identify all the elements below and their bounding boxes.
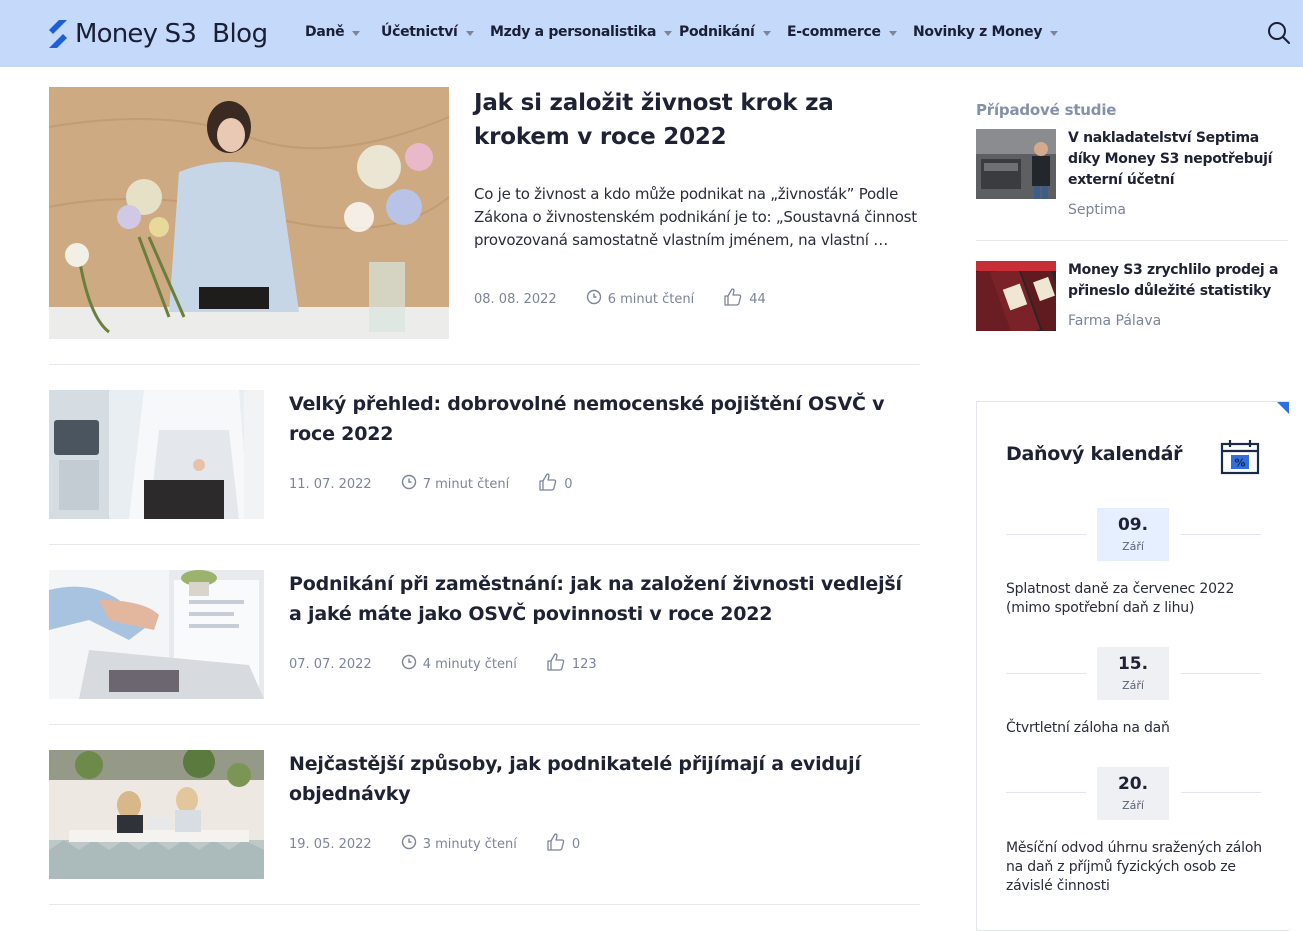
- nav-item-podnikani[interactable]: Podnikání: [679, 21, 771, 43]
- nav-item-dane[interactable]: Daně: [305, 21, 361, 43]
- case-studies-heading: Případové studie: [976, 101, 1117, 119]
- article-image[interactable]: [49, 750, 264, 879]
- case-study-title[interactable]: V nakladatelství Septima díky Money S3 n…: [1068, 128, 1290, 191]
- date-day: 15.: [1117, 654, 1149, 674]
- chevron-down-icon: [465, 30, 474, 36]
- nav-item-label: E-commerce: [787, 24, 881, 40]
- nav-item-label: Účetnictví: [381, 24, 458, 40]
- article-title[interactable]: Podnikání při zaměstnání: jak na založen…: [289, 569, 919, 629]
- svg-text:%: %: [1234, 457, 1245, 470]
- divider: [1181, 792, 1261, 793]
- divider: [49, 904, 920, 905]
- featured-article-title[interactable]: Jak si založit živnost krok za krokem v …: [474, 86, 894, 154]
- date-month: Září: [1122, 799, 1144, 812]
- chevron-down-icon: [888, 30, 897, 36]
- divider: [1006, 673, 1086, 674]
- clock-icon: [401, 654, 417, 674]
- clock-icon: [401, 474, 417, 494]
- article-likes: 123: [571, 656, 597, 672]
- article-date: 08. 08. 2022: [474, 291, 557, 307]
- search-icon: [1268, 22, 1290, 44]
- chevron-down-icon: [352, 30, 361, 36]
- date-badge[interactable]: 20. Září: [1097, 767, 1169, 820]
- tax-calendar-widget: Daňový kalendář % 09. Září Splatnost dan…: [976, 401, 1289, 931]
- case-study-title[interactable]: Money S3 zrychlilo prodej a přineslo důl…: [1068, 260, 1290, 302]
- date-day: 20.: [1117, 774, 1149, 794]
- article-image[interactable]: [49, 390, 264, 519]
- article-image[interactable]: [49, 570, 264, 699]
- article-read-time: 6 minut čtení: [607, 291, 695, 307]
- tax-date-description: Čtvrtletní záloha na daň: [1006, 720, 1170, 736]
- clock-icon: [586, 289, 602, 309]
- chevron-down-icon: [1050, 30, 1059, 36]
- nav-item-novinky[interactable]: Novinky z Money: [913, 21, 1059, 43]
- featured-article-excerpt: Co je to živnost a kdo může podnikat na …: [474, 185, 917, 249]
- tax-date-description: Splatnost daně za červenec 2022 (mimo sp…: [1006, 581, 1235, 616]
- article-meta: 11. 07. 2022 7 minut čtení 0: [289, 472, 573, 496]
- case-study-company: Farma Pálava: [1068, 313, 1162, 329]
- divider: [49, 724, 920, 725]
- divider: [1006, 534, 1086, 535]
- article-likes: 44: [749, 291, 766, 307]
- featured-article-image[interactable]: [49, 87, 449, 339]
- brand-name: Money S3: [75, 19, 197, 49]
- date-month: Září: [1122, 540, 1144, 553]
- like-icon[interactable]: [538, 472, 558, 496]
- divider: [1006, 792, 1086, 793]
- date-badge[interactable]: 15. Září: [1097, 647, 1169, 700]
- nav-item-label: Podnikání: [679, 24, 755, 40]
- featured-article-meta: 08. 08. 2022 6 minut čtení 44: [474, 287, 766, 311]
- calendar-percent-icon: %: [1220, 439, 1260, 475]
- case-study-company: Septima: [1068, 202, 1126, 218]
- tax-date-description: Měsíční odvod úhrnu sražených záloh na d…: [1006, 840, 1262, 894]
- nav-item-ecommerce[interactable]: E-commerce: [787, 21, 897, 43]
- article-meta: 07. 07. 2022 4 minuty čtení 123: [289, 652, 597, 676]
- divider: [1181, 534, 1261, 535]
- nav-item-ucetnictvi[interactable]: Účetnictví: [381, 21, 474, 43]
- date-day: 09.: [1117, 515, 1149, 535]
- like-icon[interactable]: [723, 287, 743, 311]
- article-read-time: 4 minuty čtení: [422, 656, 517, 672]
- search-button[interactable]: [1266, 20, 1292, 46]
- divider: [49, 544, 920, 545]
- article-date: 19. 05. 2022: [289, 836, 372, 852]
- brand-section: Blog: [212, 19, 268, 49]
- article-read-time: 7 minut čtení: [422, 476, 510, 492]
- article-likes: 0: [571, 836, 581, 852]
- article-likes: 0: [564, 476, 573, 492]
- article-title[interactable]: Velký přehled: dobrovolné nemocenské poj…: [289, 389, 919, 449]
- corner-accent: [1277, 402, 1289, 414]
- date-month: Září: [1122, 679, 1144, 692]
- site-header: Money S3 Blog Daně Účetnictví Mzdy a per…: [0, 0, 1303, 67]
- divider: [49, 364, 920, 365]
- date-badge[interactable]: 09. Září: [1097, 508, 1169, 561]
- article-read-time: 3 minuty čtení: [422, 836, 517, 852]
- article-date: 11. 07. 2022: [289, 476, 372, 492]
- clock-icon: [401, 834, 417, 854]
- tax-calendar-title: Daňový kalendář: [1006, 443, 1183, 465]
- like-icon[interactable]: [546, 832, 566, 856]
- article-title[interactable]: Nejčastější způsoby, jak podnikatelé při…: [289, 749, 919, 809]
- article-meta: 19. 05. 2022 3 minuty čtení 0: [289, 832, 581, 856]
- nav-item-label: Daně: [305, 24, 345, 40]
- divider: [976, 240, 1288, 241]
- money-logo-icon: [48, 19, 68, 49]
- article-date: 07. 07. 2022: [289, 656, 372, 672]
- site-logo[interactable]: Money S3 Blog: [48, 17, 268, 51]
- nav-item-mzdy[interactable]: Mzdy a personalistika: [490, 21, 673, 43]
- chevron-down-icon: [664, 30, 673, 36]
- nav-item-label: Novinky z Money: [913, 24, 1043, 40]
- case-study-image[interactable]: [976, 129, 1056, 199]
- case-study-image[interactable]: [976, 261, 1056, 331]
- nav-item-label: Mzdy a personalistika: [490, 24, 657, 40]
- divider: [1181, 673, 1261, 674]
- like-icon[interactable]: [546, 652, 566, 676]
- chevron-down-icon: [762, 30, 771, 36]
